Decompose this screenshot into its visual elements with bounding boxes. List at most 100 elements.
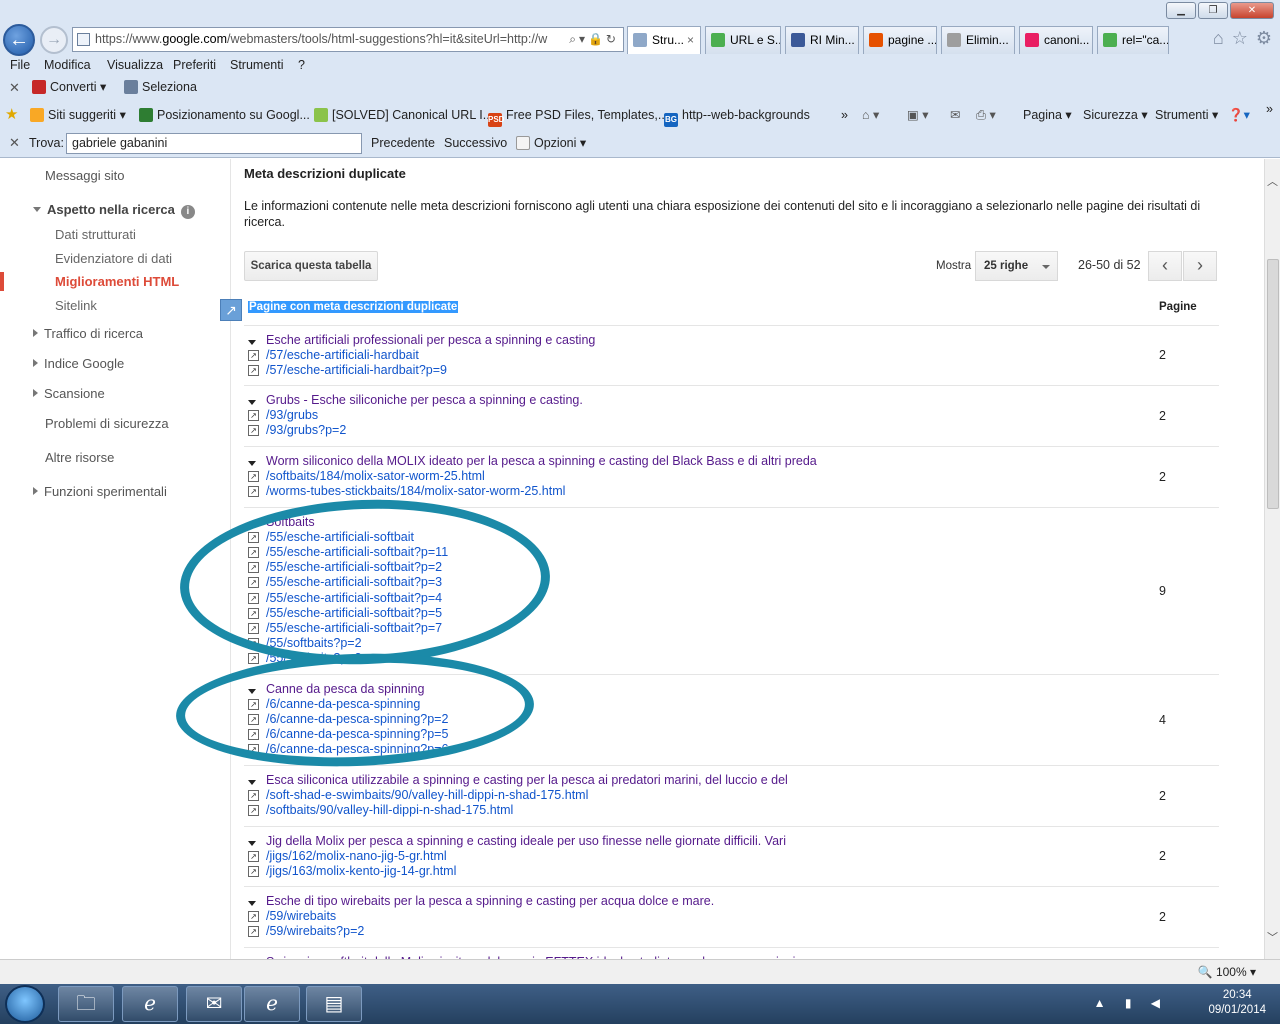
browser-tab[interactable]: Stru... × [627, 26, 701, 54]
external-link-icon[interactable]: ↗ [248, 699, 259, 711]
external-link-icon[interactable]: ↗ [248, 592, 259, 604]
sidebar-section-search-appearance[interactable]: Aspetto nella ricerca i [33, 202, 195, 219]
page-url-link[interactable]: /55/esche-artificiali-softbait?p=5 [266, 606, 442, 620]
expand-toggle-icon[interactable] [248, 780, 256, 785]
next-page-button[interactable]: › [1183, 251, 1217, 281]
expand-toggle-icon[interactable] [248, 522, 256, 527]
browser-tab[interactable]: canoni... [1019, 26, 1093, 54]
page-url-link[interactable]: /jigs/163/molix-kento-jig-14-gr.html [266, 864, 456, 878]
sidebar-item-messages[interactable]: Messaggi sito [45, 168, 124, 183]
help-icon[interactable]: ❓▾ [1228, 104, 1250, 126]
sidebar-section-google-index[interactable]: Indice Google [33, 356, 124, 371]
page-url-link[interactable]: /worms-tubes-stickbaits/184/molix-sator-… [266, 484, 565, 498]
menu-item[interactable]: Visualizza [107, 56, 163, 74]
find-next-button[interactable]: Successivo [444, 132, 507, 154]
menu-item[interactable]: Strumenti [230, 56, 284, 74]
info-icon[interactable]: i [180, 205, 195, 219]
external-link-icon[interactable]: ↗ [248, 350, 259, 362]
sidebar-section-labs[interactable]: Funzioni sperimentali [33, 484, 167, 499]
home-dropdown[interactable]: ⌂ ▾ [862, 104, 879, 126]
sidebar-item-structured-data[interactable]: Dati strutturati [55, 227, 136, 242]
ie-taskbar-icon[interactable]: ℯ [122, 986, 178, 1022]
page-url-link[interactable]: /55/esche-artificiali-softbait?p=7 [266, 621, 442, 635]
external-link-icon[interactable]: ↗ [248, 790, 259, 802]
notepad-taskbar-icon[interactable]: ▤ [306, 986, 362, 1022]
fav-item-0[interactable]: Siti suggeriti ▾ [30, 104, 126, 126]
page-url-link[interactable]: /55/softbaits?p=2 [266, 636, 362, 650]
page-url-link[interactable]: /55/esche-artificiali-softbait?p=4 [266, 591, 442, 605]
sidebar-section-crawl[interactable]: Scansione [33, 386, 105, 401]
page-url-link[interactable]: /55/esche-artificiali-softbait?p=2 [266, 560, 442, 574]
minimize-button[interactable]: ▁ [1166, 2, 1196, 19]
external-link-icon[interactable]: ↗ [248, 652, 259, 664]
maximize-button[interactable]: ❐ [1198, 2, 1228, 19]
feeds-dropdown[interactable]: ▣ ▾ [907, 104, 929, 126]
fav-item-2[interactable]: [SOLVED] Canonical URL I... [314, 104, 493, 126]
close-toolbar-icon[interactable]: ✕ [9, 78, 20, 97]
browser-tab[interactable]: RI Min... [785, 26, 859, 54]
address-tools-icons[interactable]: ⌕▾🔒↻ [569, 28, 619, 51]
favorites-star-icon[interactable]: ☆ [1232, 28, 1248, 49]
find-options-button[interactable]: Opzioni ▾ [516, 132, 586, 154]
external-link-icon[interactable]: ↗ [248, 911, 259, 923]
sidebar-section-search-traffic[interactable]: Traffico di ricerca [33, 326, 143, 341]
group-description[interactable]: Esche di tipo wirebaits per la pesca a s… [266, 894, 714, 908]
sidebar-item-other-resources[interactable]: Altre risorse [45, 450, 114, 465]
explorer-taskbar-icon[interactable]: 🗀 [58, 986, 114, 1022]
home-icon[interactable]: ⌂ [1213, 28, 1224, 49]
group-description[interactable]: Softbaits [266, 515, 315, 529]
fav-item-1[interactable]: Posizionamento su Googl... [139, 104, 310, 126]
expand-toggle-icon[interactable] [248, 340, 256, 345]
menu-item[interactable]: File [10, 56, 30, 74]
expand-toggle-icon[interactable] [248, 461, 256, 466]
scrollbar-thumb[interactable] [1267, 259, 1279, 509]
external-link-icon[interactable]: ↗ [248, 714, 259, 726]
page-url-link[interactable]: /softbaits/184/molix-sator-worm-25.html [266, 469, 485, 483]
accelerator-icon[interactable]: ↗ [220, 299, 242, 321]
page-url-link[interactable]: /soft-shad-e-swimbaits/90/valley-hill-di… [266, 788, 588, 802]
page-url-link[interactable]: /55/esche-artificiali-softbait?p=3 [266, 575, 442, 589]
sidebar-item-html-improvements[interactable]: Miglioramenti HTML [55, 274, 179, 289]
page-url-link[interactable]: /6/canne-da-pesca-spinning [266, 697, 420, 711]
page-url-link[interactable]: /6/canne-da-pesca-spinning?p=2 [266, 712, 448, 726]
print-dropdown[interactable]: ⎙ ▾ [976, 104, 996, 126]
external-link-icon[interactable]: ↗ [248, 851, 259, 863]
more-favorites-icon[interactable]: » [841, 104, 848, 126]
browser-tab[interactable]: URL e S... [705, 26, 781, 54]
page-url-link[interactable]: /55/esche-artificiali-softbait?p=11 [266, 545, 448, 559]
external-link-icon[interactable]: ↗ [248, 410, 259, 422]
convert-button[interactable]: Converti ▾ [32, 78, 106, 97]
page-url-link[interactable]: /6/canne-da-pesca-spinning?p=5 [266, 727, 448, 741]
tools-menu[interactable]: Strumenti ▾ [1155, 104, 1218, 126]
external-link-icon[interactable]: ↗ [248, 607, 259, 619]
zoom-control[interactable]: 🔍 100% ▾ [1198, 960, 1256, 984]
sidebar-item-data-highlighter[interactable]: Evidenziatore di dati [55, 251, 172, 266]
expand-toggle-icon[interactable] [248, 689, 256, 694]
system-tray-icons[interactable]: ▲ ▮ ◀ [1094, 996, 1168, 1010]
page-url-link[interactable]: /93/grubs [266, 408, 318, 422]
gear-icon[interactable]: ⚙ [1256, 28, 1272, 49]
page-url-link[interactable]: /57/esche-artificiali-hardbait?p=9 [266, 363, 447, 377]
vertical-scrollbar[interactable]: ︿ ﹀ [1264, 159, 1280, 959]
menu-item[interactable]: ? [298, 56, 305, 74]
external-link-icon[interactable]: ↗ [248, 926, 259, 938]
menu-item[interactable]: Preferiti [173, 56, 216, 74]
download-table-button[interactable]: Scarica questa tabella [244, 251, 378, 281]
external-link-icon[interactable]: ↗ [248, 577, 259, 589]
external-link-icon[interactable]: ↗ [248, 866, 259, 878]
page-url-link[interactable]: /59/wirebaits?p=2 [266, 924, 364, 938]
page-url-link[interactable]: /55/softbaits?p=3 [266, 651, 362, 665]
group-description[interactable]: Canne da pesca da spinning [266, 682, 424, 696]
sidebar-item-sitelinks[interactable]: Sitelink [55, 298, 97, 313]
external-link-icon[interactable]: ↗ [248, 637, 259, 649]
sidebar-item-security-issues[interactable]: Problemi di sicurezza [45, 416, 169, 431]
expand-toggle-icon[interactable] [248, 841, 256, 846]
fav-item-4[interactable]: BG http--web-backgrounds [664, 104, 810, 127]
page-url-link[interactable]: /93/grubs?p=2 [266, 423, 346, 437]
ie-active-taskbar-icon[interactable]: ℯ [244, 986, 300, 1022]
fav-item-3[interactable]: PSD Free PSD Files, Templates,... [488, 104, 668, 127]
column-header-pages-list[interactable]: Pagine con meta descrizioni duplicate [248, 301, 459, 313]
close-window-button[interactable]: ✕ [1230, 2, 1274, 19]
external-link-icon[interactable]: ↗ [248, 471, 259, 483]
scroll-down-icon[interactable]: ﹀ [1267, 929, 1278, 945]
